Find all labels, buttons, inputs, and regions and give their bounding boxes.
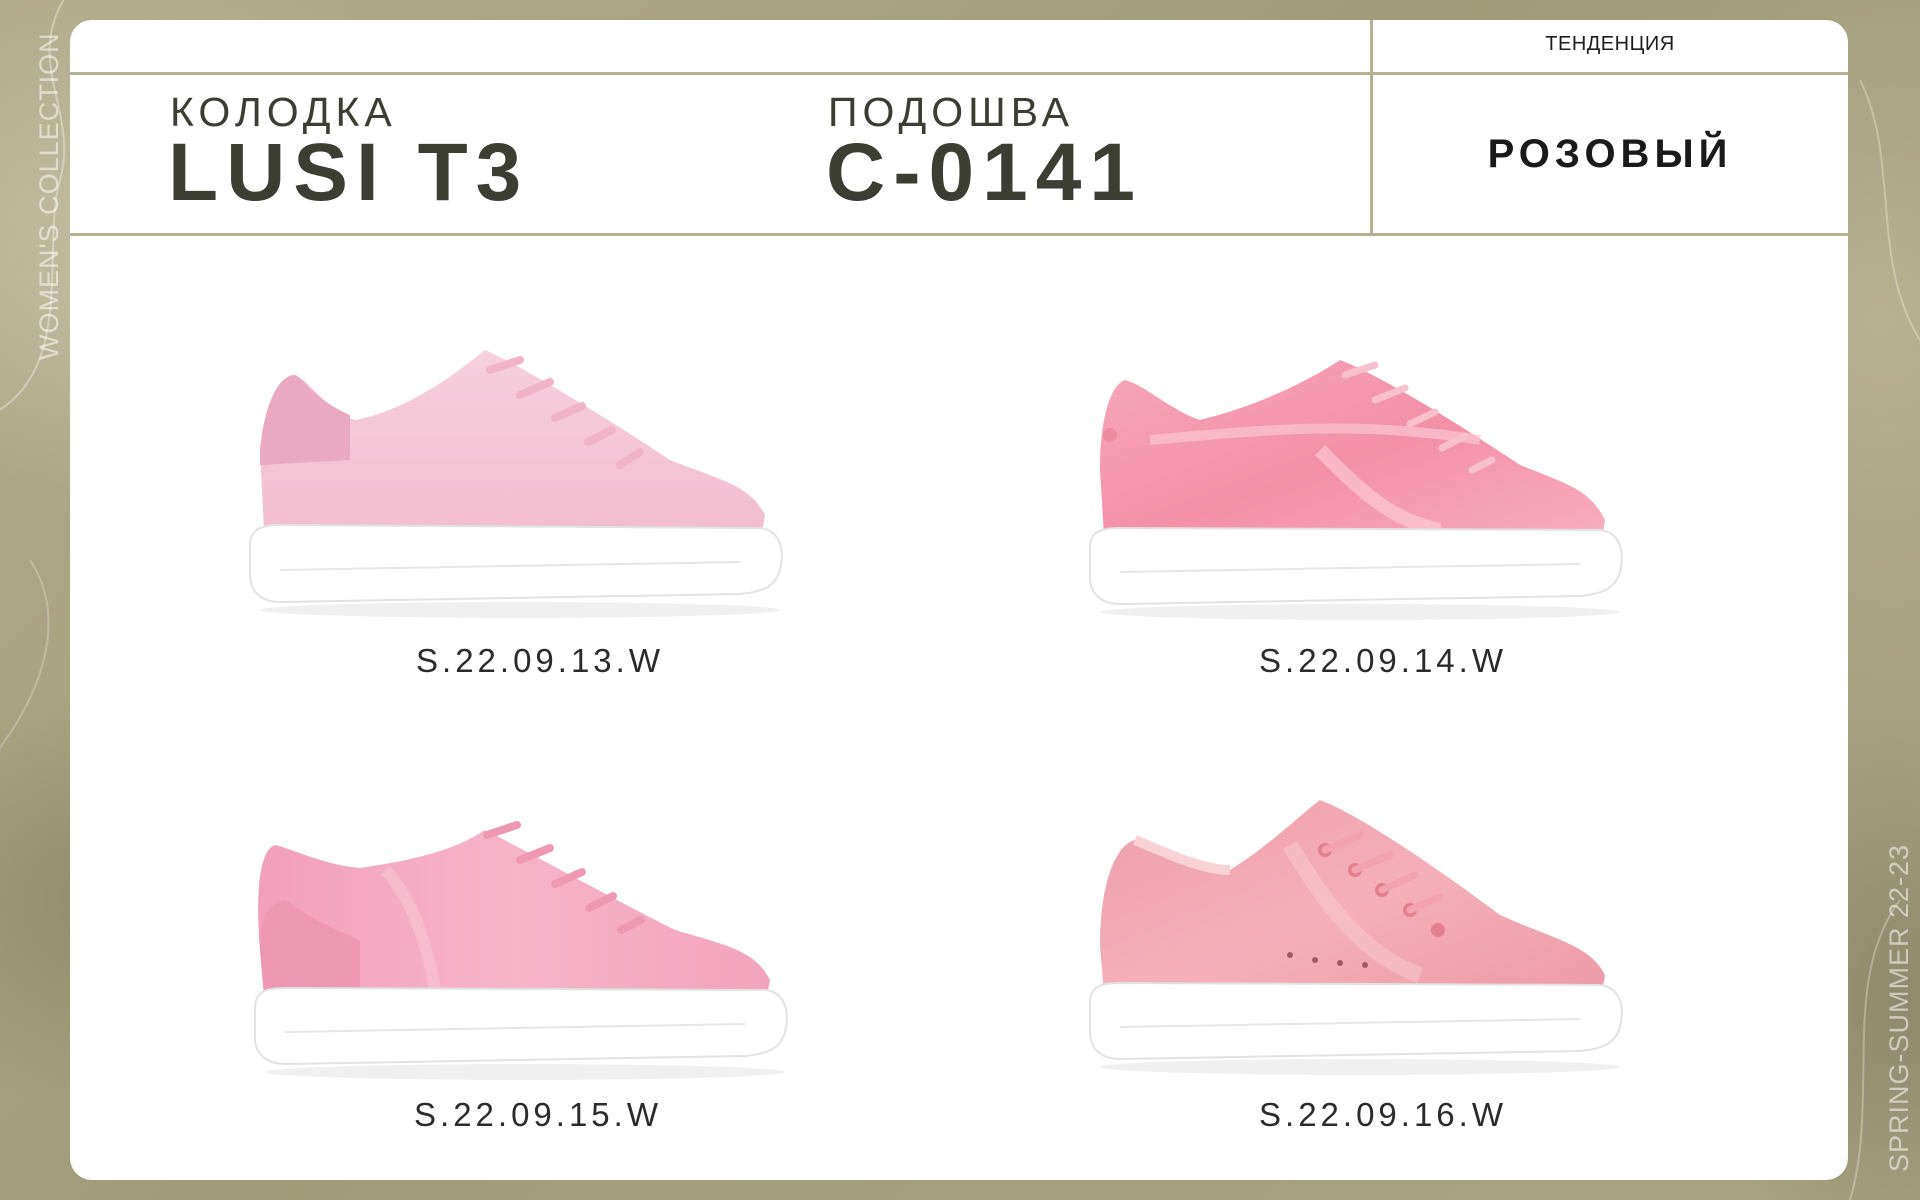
rose-patent-sneaker-image xyxy=(1089,800,1623,1075)
last-value: LUSI T3 xyxy=(168,127,530,218)
header-top-divider xyxy=(70,72,1848,75)
collection-card: КОЛОДКА LUSI T3 ПОДОШВА C-0141 ТЕНДЕНЦИЯ… xyxy=(70,20,1848,1180)
product-image-3 xyxy=(225,780,865,1090)
product-code-4: S.22.09.16.W xyxy=(1259,1096,1507,1133)
product-code-1: S.22.09.13.W xyxy=(416,642,664,679)
trend-label: ТЕНДЕНЦИЯ xyxy=(1545,33,1675,55)
side-season-label: SPRING-SUMMER 22-23 xyxy=(1884,843,1914,1172)
sole-value: C-0141 xyxy=(826,127,1143,218)
pink-nubuck-sneaker-image xyxy=(249,350,783,618)
side-collection-label: WOMEN'S COLLECTION xyxy=(34,32,64,360)
product-image-2 xyxy=(1060,320,1700,630)
product-image-4 xyxy=(1060,775,1700,1085)
pink-leather-sneaker-image xyxy=(254,821,788,1080)
trend-value: РОЗОВЫЙ xyxy=(1487,132,1733,176)
product-code-2: S.22.09.14.W xyxy=(1259,642,1507,679)
header-bottom-divider xyxy=(70,233,1848,236)
product-code-3: S.22.09.15.W xyxy=(414,1096,662,1133)
pink-patent-sneaker-image xyxy=(1089,360,1623,620)
product-image-1 xyxy=(220,320,860,630)
